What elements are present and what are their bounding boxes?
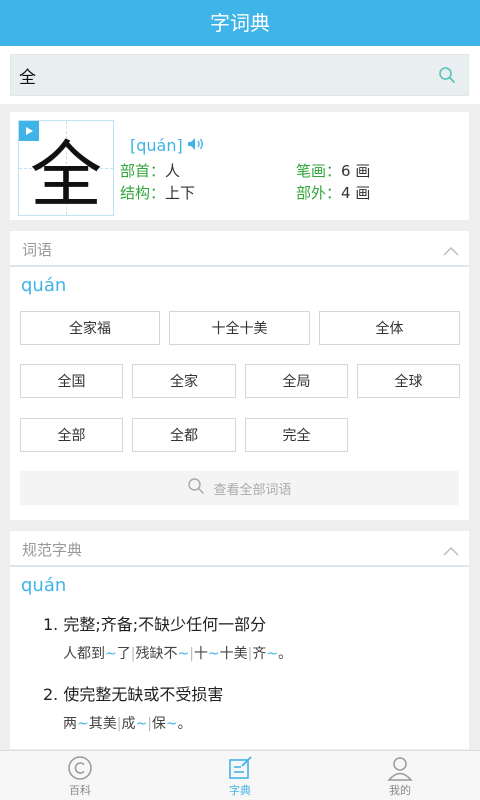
tilde-mark: ~ [77,716,89,732]
word-button[interactable]: 全都 [132,418,236,452]
pinyin-text: [quán] [130,136,183,155]
dictionary-title: 规范字典 [22,541,83,559]
radical-label: 部首： [120,162,166,180]
example-text: 两 [63,716,77,732]
app-title: 字词典 [0,0,480,46]
word-button[interactable]: 完全 [245,418,348,452]
tilde-mark: ~ [266,646,279,662]
tilde-mark: ~ [135,716,148,732]
word-button[interactable]: 十全十美 [169,311,310,345]
tilde-mark: ~ [105,646,117,662]
bottom-tab-bar: 百科 字典 我的 [0,750,480,800]
pinyin-row: [quán] [130,136,205,155]
example-text: 人都到 [63,646,105,662]
search-input[interactable]: 全 [11,63,426,88]
example-text: 齐 [252,646,267,662]
word-button[interactable]: 全家 [132,364,236,398]
radical-row: 部首：人 [120,160,180,181]
word-button[interactable]: 全部 [20,418,123,452]
dictionary-header[interactable]: 规范字典 [10,531,469,567]
copyright-circle-icon [67,754,93,782]
words-header[interactable]: 词语 [10,231,469,267]
search-icon [187,477,205,499]
search-box[interactable]: 全 [10,54,469,96]
example-text: 十 [193,646,208,662]
definition-text: 1. 完整;齐备;不缺少任何一部分 [43,615,267,634]
tab-profile[interactable]: 我的 [320,751,480,800]
structure-value: 上下 [165,184,196,202]
tilde-mark: ~ [207,646,220,662]
example-text: 残缺不 [135,646,178,662]
strokes-label: 笔画： [296,162,342,180]
view-all-words-label: 查看全部词语 [213,482,292,498]
structure-row: 结构：上下 [120,182,195,203]
example-text: 。 [278,646,293,662]
word-button[interactable]: 全球 [357,364,460,398]
search-icon[interactable] [426,54,468,96]
example-text: 其美 [88,716,117,732]
play-stroke-button[interactable] [19,121,39,141]
tab-encyclopedia[interactable]: 百科 [0,751,160,800]
outside-strokes-value: 4 画 [341,184,371,202]
search-bar: 全 [0,46,480,104]
tilde-mark: ~ [165,716,178,732]
word-button[interactable]: 全局 [245,364,348,398]
words-pinyin: quán [21,275,67,296]
tab-label: 百科 [69,784,91,797]
strokes-row: 笔画：6 画 [296,160,370,181]
dictionary-card: 规范字典 quán 1. 完整;齐备;不缺少任何一部分 人都到~了|残缺不~|十… [10,531,469,749]
example-text: 十美 [219,646,248,662]
character-grid: 全 [18,120,114,217]
definition-examples: 两~其美|成~|保~。 [63,713,192,733]
example-text: 了 [116,646,131,662]
dictionary-pinyin: quán [21,575,67,596]
example-text: 。 [177,716,192,732]
edit-note-icon [227,754,253,782]
person-icon [387,754,413,782]
example-text: 保 [151,716,166,732]
outside-strokes-label: 部外： [296,184,342,202]
words-card: 词语 quán 全家福 十全十美 全体 全国 全家 全局 全球 全部 全都 完全… [10,231,469,520]
strokes-value: 6 画 [341,162,371,180]
word-button[interactable]: 全家福 [20,311,160,345]
word-button[interactable]: 全国 [20,364,123,398]
character-card: 全 [quán] 部首：人 笔画：6 画 结构：上下 部外：4 画 [10,112,469,220]
outside-strokes-row: 部外：4 画 [296,182,370,203]
structure-label: 结构： [120,184,166,202]
word-button[interactable]: 全体 [319,311,460,345]
tilde-mark: ~ [177,646,190,662]
words-title: 词语 [22,241,53,259]
speaker-icon[interactable] [187,136,205,155]
tab-label: 我的 [389,784,411,797]
chevron-up-icon[interactable] [443,241,459,260]
play-icon [26,127,33,135]
view-all-words-button[interactable]: 查看全部词语 [20,471,459,505]
example-text: 成 [121,716,136,732]
radical-value: 人 [165,162,181,180]
tab-dictionary[interactable]: 字典 [160,751,320,800]
definition-text: 2. 使完整无缺或不受损害 [43,685,224,704]
definition-examples: 人都到~了|残缺不~|十~十美|齐~。 [63,643,292,663]
chevron-up-icon[interactable] [443,541,459,560]
tab-label: 字典 [229,784,251,797]
